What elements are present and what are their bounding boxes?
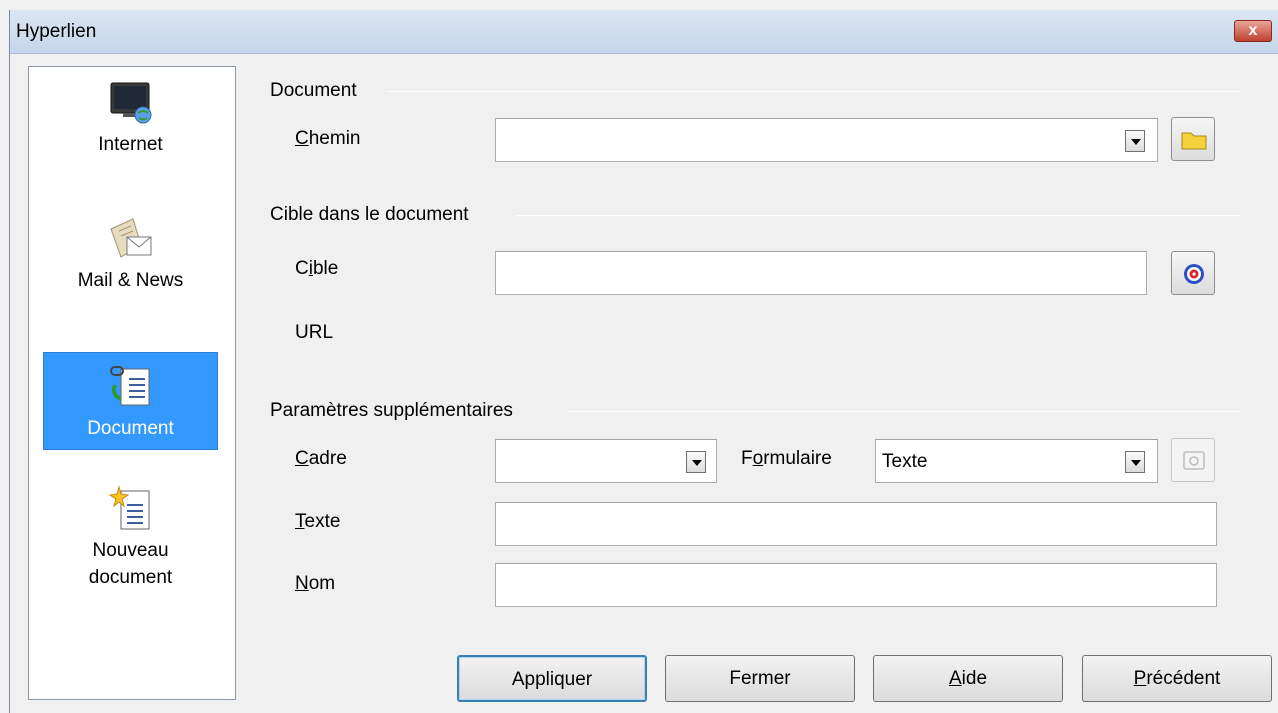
hyperlink-dialog: Hyperlien x Internet Mail & News Documen…: [9, 10, 1278, 713]
form-value: Texte: [882, 451, 928, 472]
close-button[interactable]: Fermer: [665, 655, 855, 702]
sidebar-item-label: document: [88, 567, 173, 588]
chevron-down-icon[interactable]: [1125, 130, 1145, 152]
form-combobox[interactable]: Texte: [875, 439, 1158, 483]
text-label: Texte: [295, 511, 341, 532]
chevron-down-icon[interactable]: [686, 451, 706, 473]
macro-events-icon: [1172, 451, 1216, 488]
close-window-button[interactable]: x: [1234, 20, 1272, 42]
internet-monitor-icon: [107, 79, 155, 127]
frame-combobox[interactable]: [495, 439, 717, 483]
path-label: Chemin: [295, 128, 361, 149]
apply-button[interactable]: Appliquer: [457, 655, 647, 702]
back-button-label: Précédent: [1133, 668, 1221, 689]
sidebar-item-label: Internet: [98, 134, 163, 155]
name-label: Nom: [295, 573, 336, 594]
folder-icon: [1172, 132, 1216, 167]
section-title-target: Cible dans le document: [270, 204, 469, 225]
close-button-label: Fermer: [729, 668, 791, 689]
sidebar-item-new-document[interactable]: Nouveau document: [43, 485, 218, 605]
dialog-title: Hyperlien: [16, 21, 97, 42]
form-label: Formulaire: [741, 448, 832, 469]
section-divider: [388, 91, 1240, 92]
path-combobox[interactable]: [495, 118, 1158, 162]
document-link-icon: [107, 363, 155, 411]
target-label: Cible: [295, 258, 339, 279]
sidebar-item-internet[interactable]: Internet: [43, 79, 218, 179]
url-label: URL: [295, 322, 334, 343]
target-in-document-button[interactable]: [1171, 251, 1215, 295]
chevron-down-icon[interactable]: [1125, 451, 1145, 473]
sidebar-item-label: Document: [87, 418, 174, 439]
mail-news-icon: [107, 215, 155, 263]
name-input[interactable]: [495, 563, 1217, 607]
title-bar: Hyperlien x: [10, 10, 1278, 54]
sidebar-item-label: Nouveau: [92, 540, 169, 561]
text-input[interactable]: [495, 502, 1217, 546]
sidebar-item-document[interactable]: Document: [43, 352, 218, 450]
section-divider: [516, 215, 1240, 216]
hyperlink-type-sidebar: Internet Mail & News Document Nouveau do…: [28, 66, 236, 700]
section-title-extra-settings: Paramètres supplémentaires: [270, 400, 513, 421]
section-title-document: Document: [270, 80, 357, 101]
new-document-icon: [107, 485, 155, 533]
sidebar-item-mail-news[interactable]: Mail & News: [43, 215, 218, 315]
apply-button-label: Appliquer: [511, 669, 593, 690]
events-button[interactable]: [1171, 438, 1215, 482]
back-button[interactable]: Précédent: [1082, 655, 1272, 702]
target-input[interactable]: [495, 251, 1147, 295]
sidebar-item-label: Mail & News: [77, 270, 184, 291]
help-button-label: Aide: [948, 668, 988, 689]
frame-label: Cadre: [295, 448, 347, 469]
help-button[interactable]: Aide: [873, 655, 1063, 702]
open-file-button[interactable]: [1171, 117, 1215, 161]
section-divider: [567, 411, 1240, 412]
close-icon: x: [1248, 22, 1258, 39]
target-icon: [1172, 264, 1216, 301]
